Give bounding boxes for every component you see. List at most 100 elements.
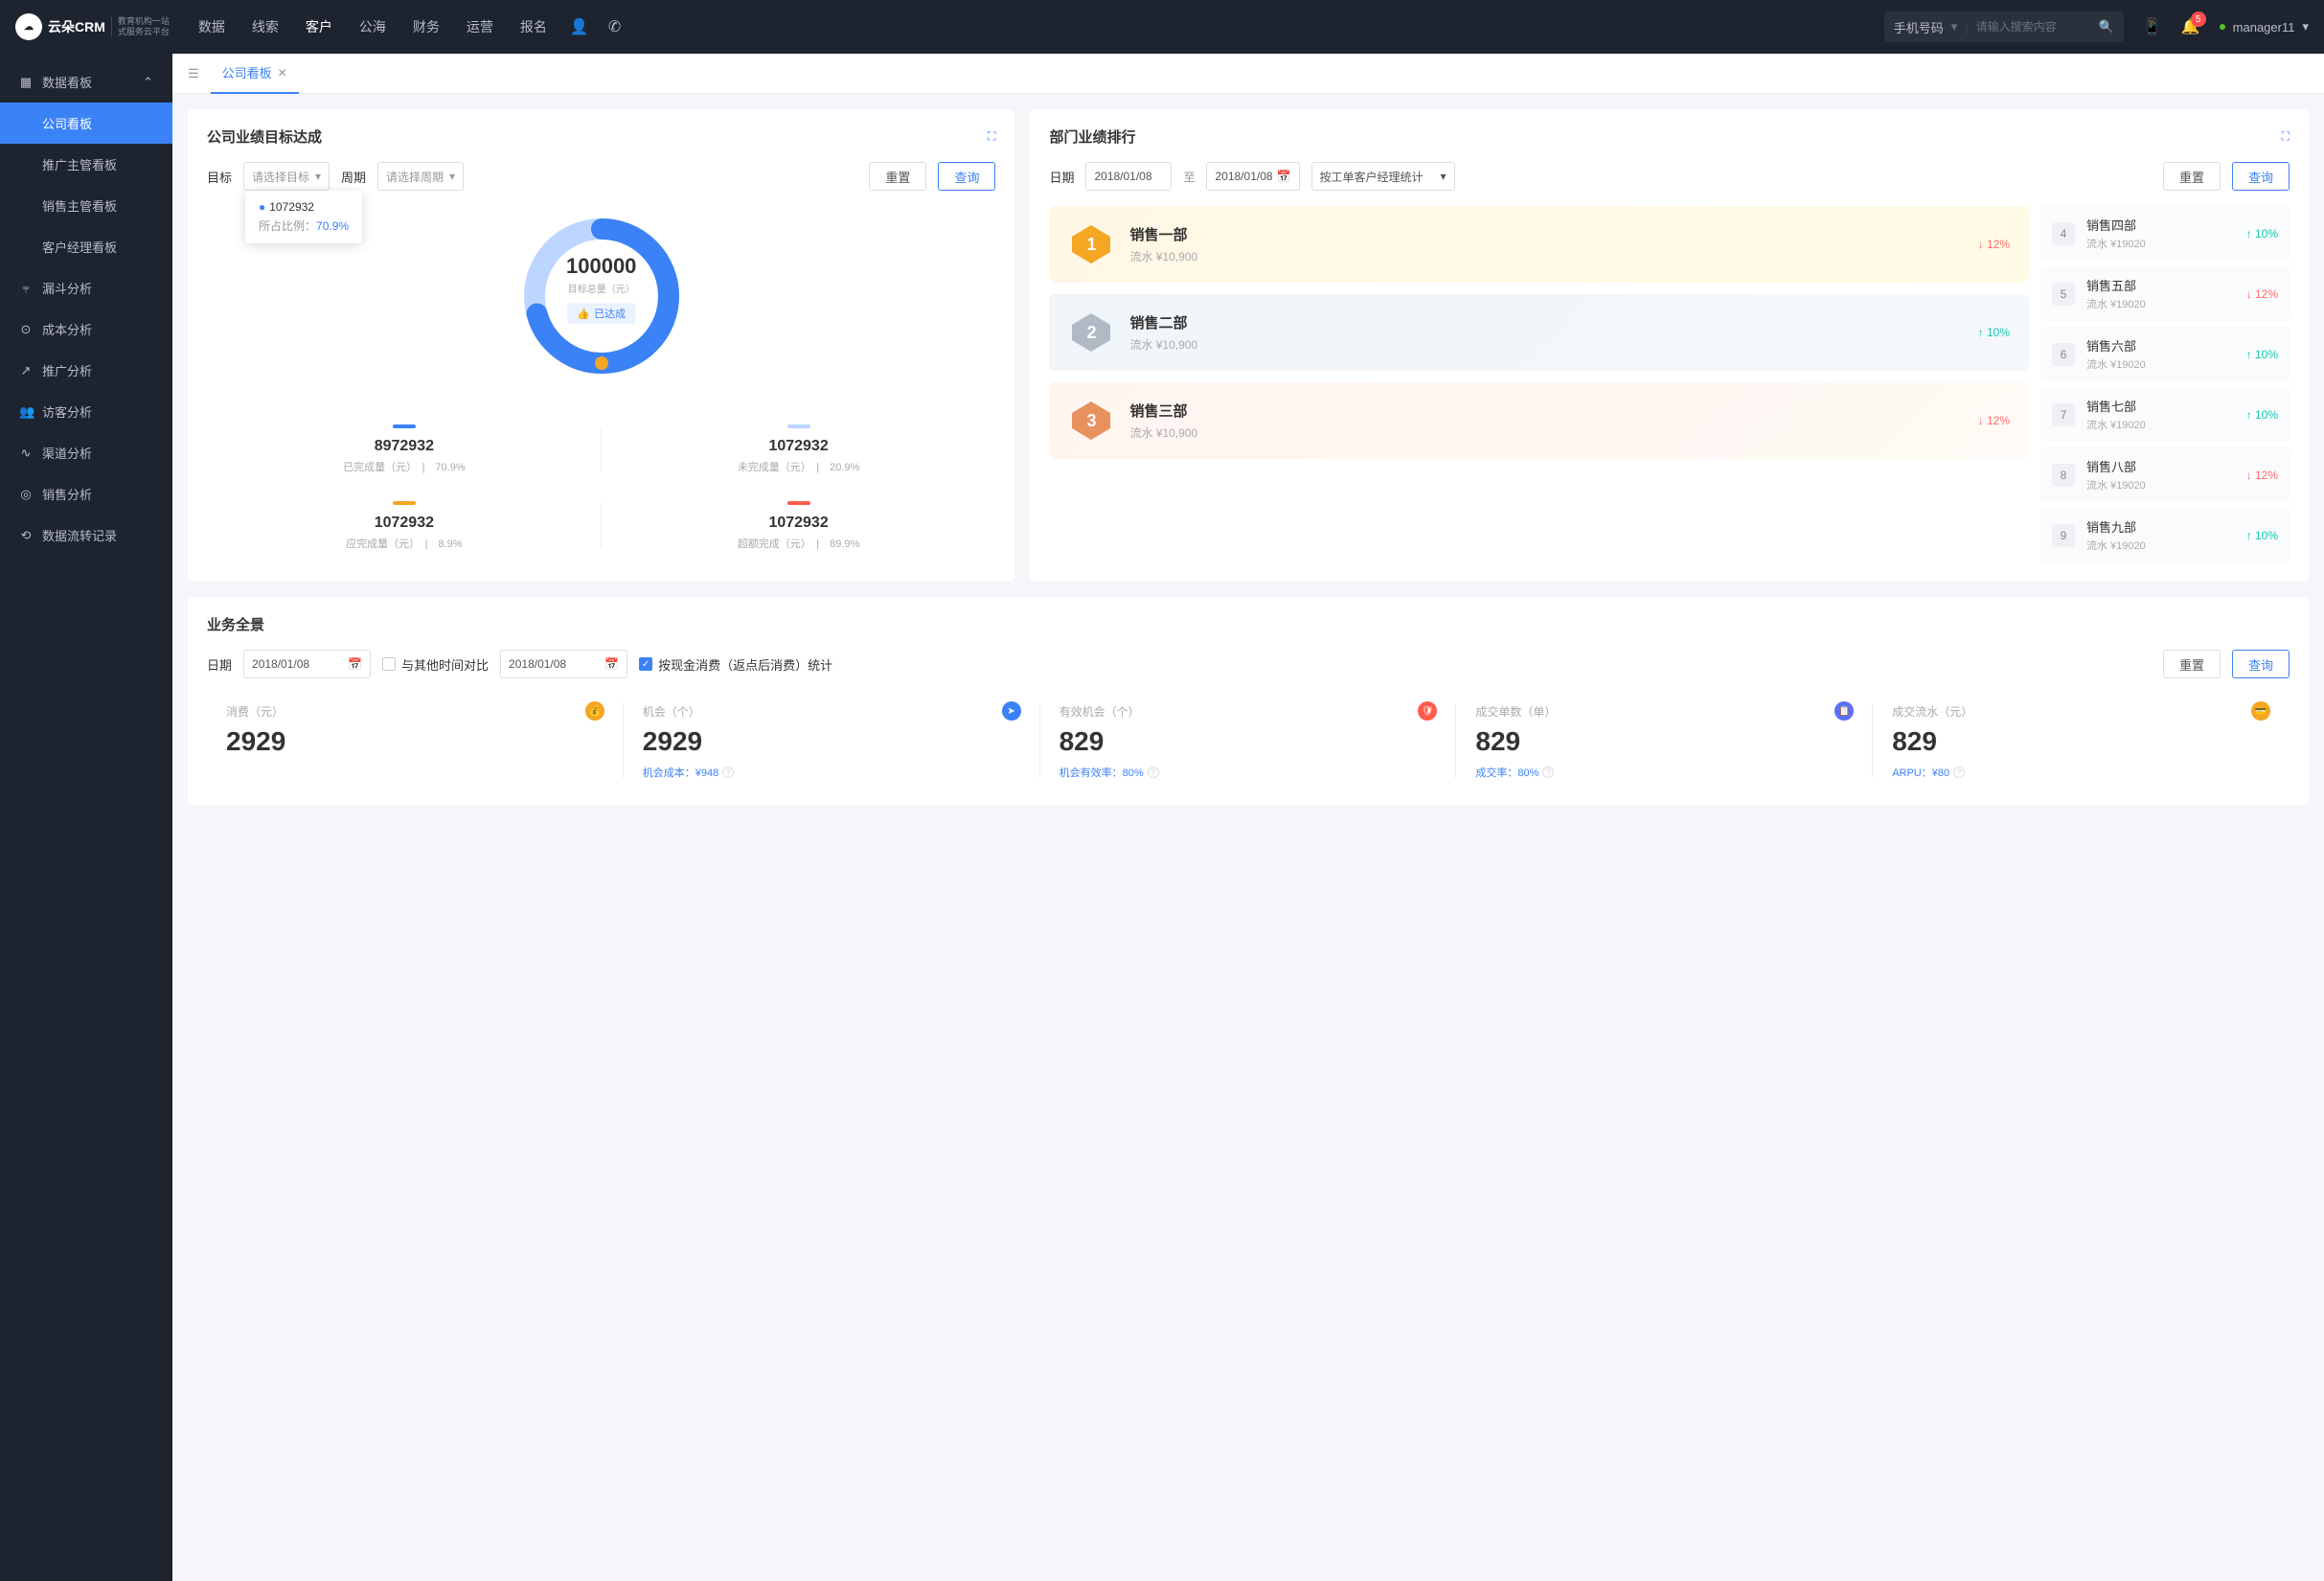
logo-subtitle: 教育机构一站 式服务云平台: [111, 16, 170, 37]
rank-item[interactable]: 5销售五部流水 ¥19020↓ 12%: [2040, 266, 2290, 321]
medal-icon: 3: [1068, 398, 1114, 444]
calendar-icon: 📅: [604, 657, 619, 671]
chevron-down-icon: ▾: [449, 170, 455, 183]
select-statby[interactable]: 按工单客户经理统计▾: [1311, 162, 1455, 191]
date-input-1[interactable]: 2018/01/08📅: [243, 650, 371, 678]
logo[interactable]: ☁ 云朵CRM 教育机构一站 式服务云平台: [15, 13, 170, 40]
search-type-select[interactable]: 手机号码: [1894, 18, 1944, 36]
kpi-icon: ➤: [1002, 701, 1021, 721]
nav-item[interactable]: 财务: [413, 17, 440, 36]
notification-badge: 5: [2191, 11, 2206, 27]
query-button[interactable]: 查询: [938, 162, 995, 191]
tab-company-board[interactable]: 公司看板 ✕: [211, 54, 299, 94]
expand-icon[interactable]: ⛶: [2282, 129, 2290, 144]
checkbox-compare[interactable]: 与其他时间对比: [382, 655, 489, 674]
kpi-item: 有效机会（个）🛡829机会有效率：80% ?: [1040, 694, 1457, 788]
donut-label: 目标总量（元）: [566, 281, 636, 295]
sidebar-item[interactable]: 推广主管看板: [0, 144, 172, 185]
help-icon[interactable]: ?: [722, 767, 734, 778]
label-date: 日期: [1049, 168, 1074, 186]
reset-button[interactable]: 重置: [2163, 162, 2221, 191]
label-target: 目标: [207, 168, 232, 186]
nav-item[interactable]: 公海: [359, 17, 386, 36]
phone-icon[interactable]: ✆: [608, 17, 621, 36]
rank-item[interactable]: 7销售七部流水 ¥19020↑ 10%: [2040, 387, 2290, 442]
nav-item[interactable]: 线索: [252, 17, 279, 36]
sidebar-item[interactable]: 销售主管看板: [0, 185, 172, 226]
close-icon[interactable]: ✕: [278, 66, 287, 80]
sidebar-item[interactable]: 公司看板: [0, 103, 172, 144]
card-title: 部门业绩排行: [1049, 126, 1135, 147]
sidebar-group-dashboard[interactable]: ▦数据看板 ⌃: [0, 61, 172, 103]
header: ☁ 云朵CRM 教育机构一站 式服务云平台 数据 线索 客户 公海 财务 运营 报名 👤 ✆…: [0, 0, 2324, 54]
nav-item[interactable]: 数据: [198, 17, 225, 36]
rank-card[interactable]: 3销售三部流水 ¥10,900↓ 12%: [1049, 382, 2029, 459]
help-icon[interactable]: ?: [1542, 767, 1554, 778]
menu-icon: ↗: [19, 363, 33, 378]
donut-value: 100000: [566, 254, 636, 279]
query-button[interactable]: 查询: [2232, 650, 2290, 678]
menu-icon: ⟲: [19, 528, 33, 543]
help-icon[interactable]: ?: [1953, 767, 1965, 778]
medal-icon: 2: [1068, 309, 1114, 355]
nav-item[interactable]: 客户: [306, 17, 332, 36]
reset-button[interactable]: 重置: [869, 162, 926, 191]
kpi-item: 成交单数（单）📋829成交率：80% ?: [1456, 694, 1873, 788]
kpi-icon: 💰: [585, 701, 604, 721]
sidebar-item[interactable]: ⫧漏斗分析: [0, 267, 172, 309]
chevron-down-icon: ▾: [1440, 170, 1446, 183]
select-period[interactable]: 请选择周期▾: [377, 162, 464, 191]
dashboard-icon: ▦: [19, 75, 33, 90]
card-goal: 公司业绩目标达成 ⛶ 目标 请选择目标▾ 周期 请选择周期▾ 重置 查询: [188, 109, 1014, 582]
achieved-badge: 👍已达成: [567, 303, 635, 324]
card-title: 公司业绩目标达成: [207, 126, 322, 147]
menu-icon: 👥: [19, 404, 33, 420]
sidebar-item[interactable]: ↗推广分析: [0, 350, 172, 391]
search-box: 手机号码 ▾ | 🔍: [1884, 11, 2124, 42]
rank-item[interactable]: 9销售九部流水 ¥19020↑ 10%: [2040, 508, 2290, 562]
chevron-down-icon: ▾: [2302, 19, 2309, 34]
calendar-icon: 📅: [1277, 170, 1291, 183]
sidebar-item[interactable]: ⟲数据流转记录: [0, 515, 172, 556]
stat-item: 1072932应完成量（元） | 8.9%: [207, 488, 602, 564]
nav-item[interactable]: 运营: [467, 17, 493, 36]
sidebar-item[interactable]: 客户经理看板: [0, 226, 172, 267]
date-to[interactable]: 2018/01/08📅: [1206, 162, 1299, 191]
rank-item[interactable]: 4销售四部流水 ¥19020↑ 10%: [2040, 206, 2290, 261]
rank-card[interactable]: 1销售一部流水 ¥10,900↓ 12%: [1049, 206, 2029, 283]
date-from[interactable]: 2018/01/08: [1085, 162, 1172, 191]
card-biz: 业务全景 日期 2018/01/08📅 与其他时间对比 2018/01/08📅 …: [188, 597, 2309, 805]
sidebar-item[interactable]: ∿渠道分析: [0, 432, 172, 473]
user-menu[interactable]: manager11 ▾: [2220, 19, 2309, 34]
rank-item[interactable]: 8销售八部流水 ¥19020↓ 12%: [2040, 447, 2290, 502]
query-button[interactable]: 查询: [2232, 162, 2290, 191]
kpi-item: 消费（元）💰2929: [207, 694, 624, 788]
label-date: 日期: [207, 655, 232, 674]
search-input[interactable]: [1976, 20, 2091, 34]
calendar-icon: 📅: [348, 657, 362, 671]
device-icon[interactable]: 📱: [2143, 17, 2162, 36]
sidebar-item[interactable]: ◎销售分析: [0, 473, 172, 515]
status-dot: [2220, 24, 2225, 30]
sidebar-item[interactable]: 👥访客分析: [0, 391, 172, 432]
help-icon[interactable]: ?: [1148, 767, 1159, 778]
rank-card[interactable]: 2销售二部流水 ¥10,900↑ 10%: [1049, 294, 2029, 371]
sidebar-item[interactable]: ⊙成本分析: [0, 309, 172, 350]
notification-icon[interactable]: 🔔5: [2181, 17, 2200, 36]
user-icon[interactable]: 👤: [570, 17, 589, 36]
collapse-icon[interactable]: ☰: [184, 62, 203, 85]
logo-brand: 云朵CRM: [48, 17, 105, 36]
search-icon[interactable]: 🔍: [2099, 19, 2114, 34]
rank-item[interactable]: 6销售六部流水 ¥19020↑ 10%: [2040, 327, 2290, 381]
nav-item[interactable]: 报名: [520, 17, 547, 36]
select-target[interactable]: 请选择目标▾: [243, 162, 330, 191]
kpi-icon: 📋: [1834, 701, 1854, 721]
date-input-2[interactable]: 2018/01/08📅: [500, 650, 627, 678]
expand-icon[interactable]: ⛶: [988, 129, 995, 144]
menu-icon: ⫧: [19, 281, 33, 296]
logo-icon: ☁: [15, 13, 42, 40]
checkbox-cash[interactable]: ✓按现金消费（返点后消费）统计: [639, 655, 832, 674]
chart-tooltip: ●1072932 所占比例：70.9%: [245, 191, 362, 243]
reset-button[interactable]: 重置: [2163, 650, 2221, 678]
chevron-down-icon: ▾: [315, 170, 321, 183]
